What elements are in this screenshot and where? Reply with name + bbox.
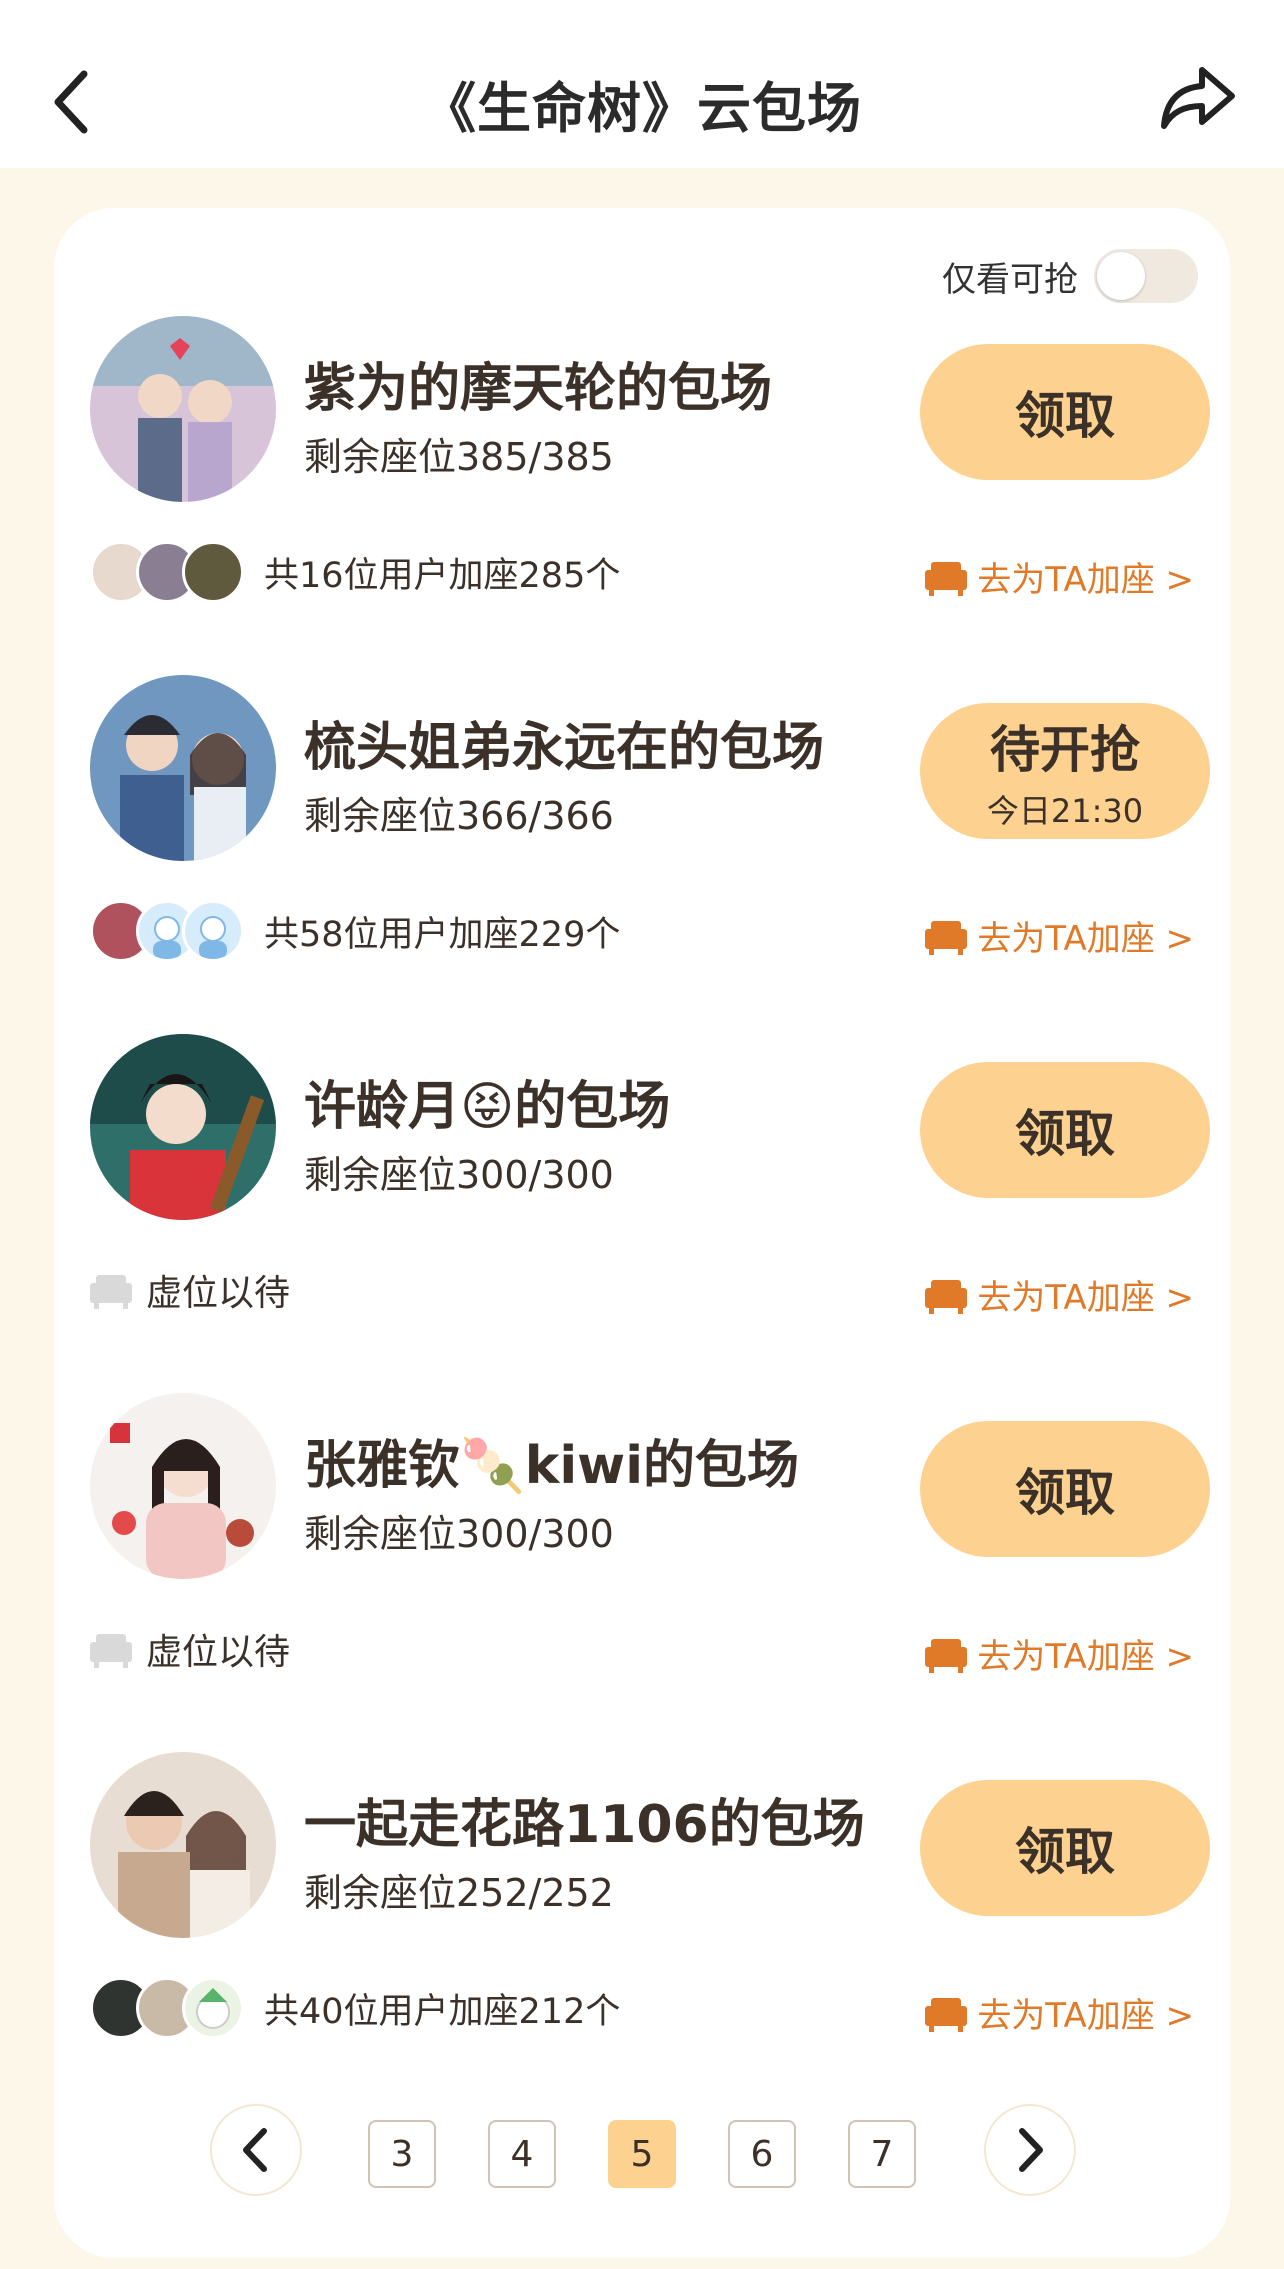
add-seat-label: 去为TA加座 > (977, 919, 1194, 959)
share-button[interactable] (1158, 62, 1238, 136)
list-item: 许龄月😝的包场 剩余座位300/300 领取 虚位以待 去为TA加座 > (54, 1034, 1230, 1394)
empty-seat-label: 虚位以待 (146, 1273, 291, 1314)
avatar[interactable] (90, 1752, 276, 1938)
empty-seat: 虚位以待 (90, 1264, 290, 1316)
page-title: 《生命树》云包场 (422, 77, 862, 140)
avatar[interactable] (90, 1393, 276, 1579)
start-time: 今日21:30 (986, 792, 1144, 830)
claim-button-label: 领取 (1015, 1823, 1115, 1881)
claim-button[interactable]: 领取 (920, 1062, 1210, 1198)
only-available-toggle[interactable] (1094, 249, 1198, 303)
page-7[interactable]: 7 (848, 2120, 916, 2188)
claim-button-label: 领取 (1015, 1464, 1115, 1522)
joined-users: 共58位用户加座229个 (90, 900, 621, 962)
sofa-icon (925, 920, 968, 955)
chevron-right-icon (1019, 2128, 1043, 2172)
page-5-current[interactable]: 5 (608, 2120, 676, 2188)
page-6[interactable]: 6 (728, 2120, 796, 2188)
top-bar: 《生命树》云包场 (0, 0, 1284, 168)
mini-avatar (182, 900, 244, 962)
sofa-icon (925, 1997, 968, 2032)
waiting-button-label: 待开抢 (990, 721, 1140, 779)
claim-button-label: 领取 (1015, 1105, 1115, 1163)
joined-users: 共40位用户加座212个 (90, 1977, 621, 2039)
remaining-seats: 剩余座位300/300 (304, 1512, 614, 1556)
screening-name: 紫为的摩天轮的包场 (304, 359, 773, 419)
list-item: 紫为的摩天轮的包场 剩余座位385/385 领取 共16位用户加座285个 去为… (54, 316, 1230, 676)
pagination: 3 4 5 6 7 (54, 2100, 1230, 2200)
avatar[interactable] (90, 316, 276, 502)
screening-name: 一起走花路1106的包场 (304, 1795, 865, 1855)
next-page-button[interactable] (984, 2104, 1076, 2196)
add-seat-link[interactable]: 去为TA加座 > (925, 552, 1194, 601)
remaining-seats: 剩余座位300/300 (304, 1153, 614, 1197)
mini-avatar (182, 1977, 244, 2039)
empty-sofa-icon (90, 1275, 132, 1309)
sofa-icon (925, 1279, 968, 1314)
waiting-button[interactable]: 待开抢 今日21:30 (920, 703, 1210, 839)
sofa-icon (925, 561, 968, 596)
share-arrow-icon (1161, 67, 1235, 129)
empty-seat: 虚位以待 (90, 1623, 290, 1675)
add-seat-link[interactable]: 去为TA加座 > (925, 1629, 1194, 1678)
claim-button[interactable]: 领取 (920, 1780, 1210, 1916)
empty-seat-row: 虚位以待 (90, 1619, 290, 1679)
add-seat-link[interactable]: 去为TA加座 > (925, 911, 1194, 960)
page-4[interactable]: 4 (488, 2120, 556, 2188)
user-avatars (90, 1977, 244, 2039)
toggle-knob (1097, 252, 1145, 300)
filter-toggle-row[interactable]: 仅看可抢 (942, 246, 1198, 306)
joined-count: 共40位用户加座212个 (264, 1991, 621, 2032)
avatar[interactable] (90, 1034, 276, 1220)
add-seat-label: 去为TA加座 > (977, 1996, 1194, 2036)
screening-name: 张雅钦🍡kiwi的包场 (304, 1436, 800, 1496)
empty-seat-label: 虚位以待 (146, 1632, 291, 1673)
sofa-icon (925, 1638, 968, 1673)
user-avatars (90, 541, 244, 603)
user-avatars (90, 900, 244, 962)
prev-page-button[interactable] (210, 2104, 302, 2196)
add-seat-link[interactable]: 去为TA加座 > (925, 1988, 1194, 2037)
list-item: 张雅钦🍡kiwi的包场 剩余座位300/300 领取 虚位以待 去为TA加座 > (54, 1393, 1230, 1753)
joined-count: 共16位用户加座285个 (264, 555, 621, 596)
empty-sofa-icon (90, 1634, 132, 1668)
remaining-seats: 剩余座位252/252 (304, 1871, 614, 1915)
avatar[interactable] (90, 675, 276, 861)
chevron-left-icon (243, 2128, 267, 2172)
mini-avatar (182, 541, 244, 603)
screening-name: 许龄月😝的包场 (304, 1077, 671, 1137)
remaining-seats: 剩余座位385/385 (304, 435, 614, 479)
claim-button[interactable]: 领取 (920, 1421, 1210, 1557)
claim-button[interactable]: 领取 (920, 344, 1210, 480)
joined-users: 共16位用户加座285个 (90, 541, 621, 603)
empty-seat-row: 虚位以待 (90, 1260, 290, 1320)
claim-button-label: 领取 (1015, 387, 1115, 445)
screening-name: 梳头姐弟永远在的包场 (304, 718, 825, 778)
filter-label: 仅看可抢 (942, 259, 1078, 300)
joined-count: 共58位用户加座229个 (264, 914, 621, 955)
screening-list-card: 仅看可抢 紫为的摩天轮的包场 剩余座位385/385 领取 共16位用户加座28… (54, 208, 1230, 2258)
add-seat-link[interactable]: 去为TA加座 > (925, 1270, 1194, 1319)
remaining-seats: 剩余座位366/366 (304, 794, 614, 838)
list-item: 梳头姐弟永远在的包场 剩余座位366/366 待开抢 今日21:30 共58位用… (54, 675, 1230, 1035)
list-item: 一起走花路1106的包场 剩余座位252/252 领取 共40位用户加座212个 (54, 1752, 1230, 2112)
add-seat-label: 去为TA加座 > (977, 1278, 1194, 1318)
add-seat-label: 去为TA加座 > (977, 560, 1194, 600)
add-seat-label: 去为TA加座 > (977, 1637, 1194, 1677)
page-3[interactable]: 3 (368, 2120, 436, 2188)
